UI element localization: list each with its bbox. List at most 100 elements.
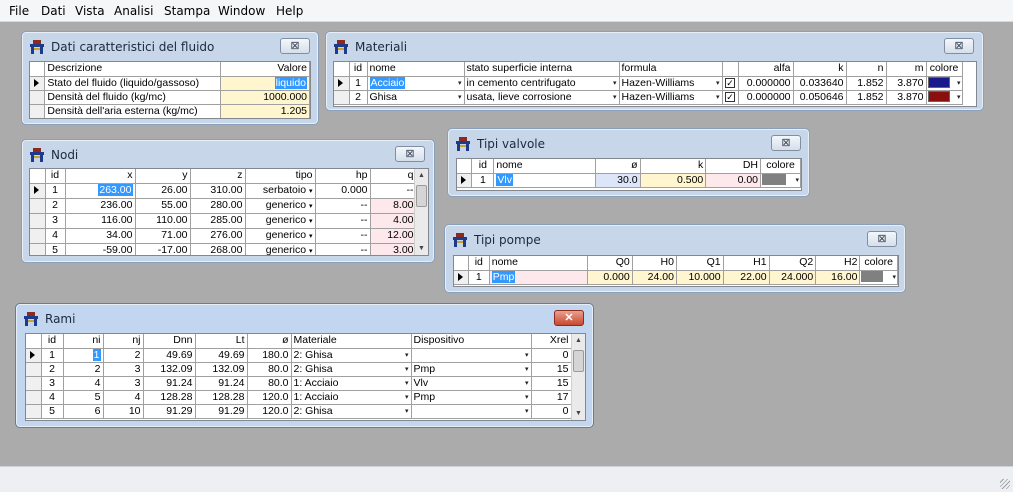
cell-dnn[interactable]: 91.29	[143, 404, 196, 419]
column-header[interactable]: Dnn	[143, 334, 196, 349]
cell-formula[interactable]: Hazen-Williams ▾	[619, 76, 723, 91]
cell-valore[interactable]: liquido	[220, 76, 310, 91]
column-header[interactable]: id	[41, 334, 64, 349]
cell-dnn[interactable]: 132.09	[143, 362, 196, 377]
dropdown-arrow-icon[interactable]: ▾	[458, 77, 462, 90]
table-row[interactable]: 2 Ghisa ▾ usata, lieve corrosione ▾ Hazen-…	[334, 90, 963, 105]
cell-x[interactable]: -59.00	[65, 243, 136, 255]
table-row[interactable]: 1 1 2 49.69 49.69 180.0 2: Ghisa ▾ ▾ 0	[26, 348, 572, 363]
cell-tipo[interactable]: generico ▾	[245, 228, 316, 244]
column-header[interactable]: id	[349, 62, 368, 77]
cell-n[interactable]: 1.852	[846, 90, 887, 105]
cell-dnn[interactable]: 91.24	[143, 376, 196, 391]
dropdown-arrow-icon[interactable]: ▾	[525, 377, 529, 390]
cell-nj[interactable]: 10	[103, 404, 144, 419]
menu-stampa[interactable]: Stampa	[164, 4, 210, 18]
cell-dnn[interactable]: 128.28	[143, 390, 196, 405]
dropdown-arrow-icon[interactable]: ▾	[525, 391, 529, 404]
dropdown-arrow-icon[interactable]: ▾	[795, 174, 799, 187]
row-indicator[interactable]	[30, 183, 46, 199]
selected-value[interactable]: Pmp	[491, 270, 516, 283]
selected-value[interactable]: 1	[92, 348, 101, 361]
table-row[interactable]: Densità dell'aria esterna (kg/mc) 1.205	[30, 104, 310, 118]
column-header[interactable]: nome	[489, 256, 589, 271]
cell-diameter[interactable]: 120.0	[247, 404, 292, 419]
dropdown-arrow-icon[interactable]: ▾	[309, 188, 313, 195]
row-indicator[interactable]	[30, 90, 46, 105]
column-header[interactable]: H0	[632, 256, 677, 271]
column-header[interactable]: ø	[247, 334, 292, 349]
vertical-scrollbar[interactable]: ▲ ▼	[571, 334, 585, 420]
rami-titlebar[interactable]: Rami ✕	[16, 304, 593, 332]
column-header[interactable]: Valore	[220, 62, 310, 77]
cell-ni[interactable]: 6	[63, 404, 104, 419]
color-swatch[interactable]	[927, 77, 950, 89]
cell-nome[interactable]: Pmp	[489, 270, 589, 285]
cell-h0[interactable]: 24.00	[632, 270, 677, 285]
cell-check[interactable]: ✓	[722, 90, 739, 105]
column-header[interactable]: DH	[705, 159, 761, 174]
cell-materiale[interactable]: 1: Acciaio ▾	[291, 390, 412, 405]
cell-q[interactable]: 3.00	[370, 243, 417, 255]
cell-valore[interactable]: 1000.000	[220, 90, 310, 105]
column-header[interactable]: ø	[595, 159, 641, 174]
column-header[interactable]: x	[65, 169, 136, 184]
selected-value[interactable]: liquido	[274, 76, 307, 89]
cell-colore[interactable]: ▾	[926, 76, 963, 91]
cell-xrel[interactable]: 0	[531, 348, 572, 363]
dropdown-arrow-icon[interactable]: ▾	[309, 248, 313, 255]
scroll-down-icon[interactable]: ▼	[415, 242, 428, 255]
column-header[interactable]: k	[793, 62, 847, 77]
column-header[interactable]: id	[45, 169, 66, 184]
resize-grip-icon[interactable]	[1000, 479, 1010, 489]
cell-nome[interactable]: Acciaio ▾	[367, 76, 465, 91]
cell-xrel[interactable]: 15	[531, 376, 572, 391]
row-indicator[interactable]	[457, 173, 473, 188]
dropdown-arrow-icon[interactable]: ▾	[309, 218, 313, 225]
cell-z[interactable]: 310.00	[190, 183, 246, 199]
cell-hp[interactable]: --	[315, 228, 371, 244]
color-swatch[interactable]	[927, 91, 950, 103]
cell-stato[interactable]: in cemento centrifugato ▾	[464, 76, 620, 91]
column-header[interactable]: q	[370, 169, 417, 184]
cell-x[interactable]: 116.00	[65, 213, 136, 229]
cell-colore[interactable]: ▾	[760, 173, 801, 188]
color-swatch[interactable]	[762, 174, 786, 186]
column-header[interactable]: Q0	[587, 256, 633, 271]
cell-dispositivo[interactable]: ▾	[411, 348, 532, 363]
row-indicator[interactable]	[30, 104, 46, 118]
cell-ni[interactable]: 1	[63, 348, 104, 363]
dropdown-arrow-icon[interactable]: ▾	[613, 77, 617, 90]
menu-file[interactable]: File	[9, 4, 29, 18]
cell-dispositivo[interactable]: Pmp ▾	[411, 362, 532, 377]
cell-tipo[interactable]: generico ▾	[245, 213, 316, 229]
table-row[interactable]: Stato del fluido (liquido/gassoso) liqui…	[30, 76, 310, 91]
cell-z[interactable]: 280.00	[190, 198, 246, 214]
column-header[interactable]: stato superficie interna	[464, 62, 620, 77]
cell-formula[interactable]: Hazen-Williams ▾	[619, 90, 723, 105]
column-header[interactable]: id	[468, 256, 490, 271]
table-row[interactable]: Densità del fluido (kg/mc) 1000.000	[30, 90, 310, 105]
scroll-thumb[interactable]	[573, 350, 584, 372]
dropdown-arrow-icon[interactable]: ▾	[957, 91, 961, 104]
column-header[interactable]: Xrel	[531, 334, 572, 349]
cell-hp[interactable]: --	[315, 243, 371, 255]
cell-diameter[interactable]: 80.0	[247, 362, 292, 377]
row-indicator[interactable]	[26, 348, 42, 363]
row-indicator[interactable]	[26, 376, 42, 391]
dropdown-arrow-icon[interactable]: ▾	[405, 349, 409, 362]
dropdown-arrow-icon[interactable]: ▾	[458, 91, 462, 104]
cell-n[interactable]: 1.852	[846, 76, 887, 91]
column-header[interactable]: Dispositivo	[411, 334, 532, 349]
cell-x[interactable]: 263.00	[65, 183, 136, 199]
cell-k[interactable]: 0.050646	[793, 90, 847, 105]
table-row[interactable]: 5 -59.00 -17.00 268.00 generico ▾ -- 3.0…	[30, 243, 417, 255]
cell-z[interactable]: 285.00	[190, 213, 246, 229]
cell-hp[interactable]: --	[315, 198, 371, 214]
column-header[interactable]	[722, 62, 739, 77]
valvole-titlebar[interactable]: Tipi valvole ⊠	[448, 129, 809, 157]
cell-lt[interactable]: 132.09	[195, 362, 248, 377]
column-header[interactable]: alfa	[738, 62, 794, 77]
table-row[interactable]: 4 5 4 128.28 128.28 120.0 1: Acciaio ▾ Pm…	[26, 390, 572, 405]
row-indicator[interactable]	[30, 228, 46, 244]
